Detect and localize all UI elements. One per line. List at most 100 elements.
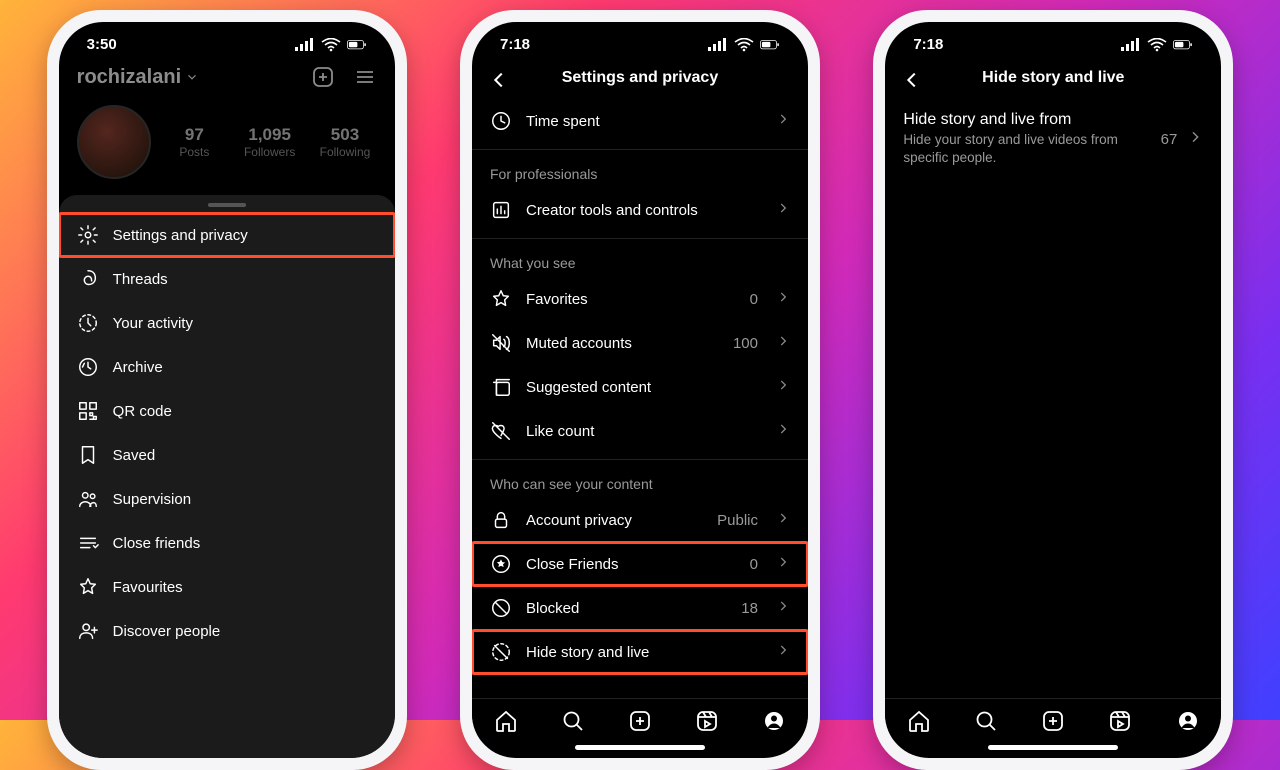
menu-item-label: Settings and privacy (113, 227, 377, 244)
settings-row-value: 100 (733, 335, 758, 352)
menu-item[interactable]: QR code (59, 389, 395, 433)
profile-tab-icon[interactable] (1176, 709, 1200, 733)
grabber[interactable] (208, 203, 246, 207)
chevron-right-icon (776, 599, 790, 618)
back-button[interactable] (488, 69, 510, 96)
settings-row[interactable]: Muted accounts 100 (472, 321, 808, 365)
chevron-right-icon (776, 643, 790, 662)
time-spent-icon (490, 110, 512, 132)
battery-icon (1173, 38, 1193, 52)
chevron-right-icon (776, 422, 790, 441)
page-header: Hide story and live (885, 59, 1221, 99)
discover-people-icon (77, 620, 99, 642)
saved-icon (77, 444, 99, 466)
chevron-right-icon (776, 511, 790, 530)
settings-row-value: 18 (741, 600, 758, 617)
menu-item[interactable]: Saved (59, 433, 395, 477)
menu-item[interactable]: Settings and privacy (59, 213, 395, 257)
menu-item-label: Archive (113, 359, 377, 376)
clock: 7:18 (500, 36, 530, 53)
menu-item-label: QR code (113, 403, 377, 420)
settings-row-label: Creator tools and controls (526, 202, 762, 219)
menu-item[interactable]: Discover people (59, 609, 395, 653)
menu-item[interactable]: Threads (59, 257, 395, 301)
settings-row-label: Account privacy (526, 512, 703, 529)
chevron-right-icon (776, 555, 790, 574)
avatar[interactable] (77, 105, 151, 179)
row-title: Hide story and live from (903, 111, 1150, 129)
settings-row-label: Favorites (526, 291, 736, 308)
reels-tab-icon[interactable] (695, 709, 719, 733)
signal-icon (708, 38, 728, 52)
profile-stats: 97 Posts 1,095 Followers 503 Following (59, 99, 395, 195)
menu-item[interactable]: Favourites (59, 565, 395, 609)
settings-row-label: Close Friends (526, 556, 736, 573)
settings-row[interactable]: Like count (472, 409, 808, 453)
settings-row[interactable]: Favorites0 (472, 277, 808, 321)
hamburger-menu-icon[interactable] (353, 65, 377, 89)
search-tab-icon[interactable] (561, 709, 585, 733)
muted-accounts-icon (490, 332, 512, 354)
stat-posts[interactable]: 97 Posts (163, 125, 226, 159)
blocked-icon (490, 597, 512, 619)
battery-icon (760, 38, 780, 52)
like-count-icon (490, 420, 512, 442)
settings-row[interactable]: Creator tools and controls (472, 188, 808, 232)
settings-row[interactable]: Time spent (472, 99, 808, 143)
wifi-icon (1147, 38, 1167, 52)
supervision-icon (77, 488, 99, 510)
status-icons (295, 38, 367, 52)
battery-icon (347, 38, 367, 52)
settings-row[interactable]: Close Friends 0 (472, 542, 808, 586)
clock: 3:50 (87, 36, 117, 53)
signal-icon (295, 38, 315, 52)
stat-followers[interactable]: 1,095 Followers (238, 125, 301, 159)
settings-row-value: 0 (750, 556, 758, 573)
menu-item-label: Supervision (113, 491, 377, 508)
hide-story-from-row[interactable]: Hide story and live from Hide your story… (885, 99, 1221, 179)
search-tab-icon[interactable] (974, 709, 998, 733)
stat-following[interactable]: 503 Following (313, 125, 376, 159)
qr-code-icon (77, 400, 99, 422)
page-title: Settings and privacy (562, 69, 719, 87)
account-privacy-icon (490, 509, 512, 531)
phone-mockup-settings: 7:18 Settings and privacy Time spentFor … (460, 10, 820, 770)
menu-item[interactable]: Close friends (59, 521, 395, 565)
chevron-right-icon (1187, 129, 1203, 150)
page-title: Hide story and live (982, 69, 1124, 87)
settings-row-label: Suggested content (526, 379, 762, 396)
chevron-left-icon (901, 69, 923, 91)
wifi-icon (734, 38, 754, 52)
archive-icon (77, 356, 99, 378)
menu-item-label: Favourites (113, 579, 377, 596)
create-tab-icon[interactable] (1041, 709, 1065, 733)
menu-item[interactable]: Your activity (59, 301, 395, 345)
settings-row[interactable]: Blocked18 (472, 586, 808, 630)
settings-row[interactable]: Hide story and live (472, 630, 808, 674)
settings-row[interactable]: Suggested content (472, 365, 808, 409)
status-icons (1121, 38, 1193, 52)
chevron-right-icon (776, 378, 790, 397)
settings-row-label: Muted accounts (526, 335, 719, 352)
section-header: What you see (472, 238, 808, 277)
home-tab-icon[interactable] (494, 709, 518, 733)
create-post-icon[interactable] (311, 65, 335, 89)
home-tab-icon[interactable] (907, 709, 931, 733)
close-friends-icon (77, 532, 99, 554)
username-dropdown[interactable]: rochizalani (77, 66, 199, 89)
settings-row[interactable]: Account privacyPublic (472, 498, 808, 542)
profile-tab-icon[interactable] (762, 709, 786, 733)
row-subtitle: Hide your story and live videos from spe… (903, 131, 1150, 167)
back-button[interactable] (901, 69, 923, 96)
your-activity-icon (77, 312, 99, 334)
favorites-icon (490, 288, 512, 310)
creator-tools-and-controls-icon (490, 199, 512, 221)
create-tab-icon[interactable] (628, 709, 652, 733)
chevron-right-icon (776, 112, 790, 131)
reels-tab-icon[interactable] (1108, 709, 1132, 733)
menu-item[interactable]: Archive (59, 345, 395, 389)
chevron-left-icon (488, 69, 510, 91)
menu-item[interactable]: Supervision (59, 477, 395, 521)
dynamic-island (175, 32, 279, 62)
phone-mockup-hide-story: 7:18 Hide story and live Hide story and … (873, 10, 1233, 770)
